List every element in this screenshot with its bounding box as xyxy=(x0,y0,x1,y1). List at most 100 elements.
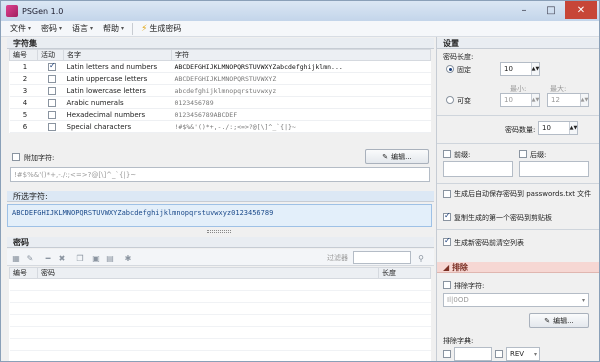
charset-row[interactable]: 2 Latin uppercase letters ABCDEFGHIJKLMNOP… xyxy=(9,72,431,85)
charset-active-checkbox[interactable] xyxy=(48,110,56,119)
chevron-down-icon: ▾ xyxy=(90,25,94,32)
prefix-input[interactable] xyxy=(443,161,513,177)
exclude-edit-button[interactable]: ✎ 编辑... xyxy=(529,313,589,328)
spin-arrows-icon[interactable]: ▲▼ xyxy=(531,63,539,75)
copy-icon[interactable]: ❐ xyxy=(75,253,85,263)
edit-icon: ✎ xyxy=(544,316,551,325)
table-row xyxy=(9,338,431,351)
remove-icon[interactable]: ━ xyxy=(43,253,53,263)
generate-button[interactable]: ⚡ 生成密码 xyxy=(136,22,186,36)
count-stepper[interactable]: 10 ▲▼ xyxy=(538,121,578,135)
charset-row-number: 3 xyxy=(9,84,38,97)
fixed-radio[interactable] xyxy=(446,65,454,73)
pw-col-length[interactable]: 长度 xyxy=(378,267,431,279)
menu-help[interactable]: 帮助 ▾ xyxy=(98,22,129,36)
exclude-dict-input[interactable] xyxy=(454,347,492,361)
fixed-length-stepper[interactable]: 10 ▲▼ xyxy=(500,62,540,76)
table-cell xyxy=(37,290,379,303)
spin-arrows-icon[interactable]: ▲▼ xyxy=(580,94,588,106)
maximize-button[interactable]: □ xyxy=(538,1,564,19)
splitter-grip[interactable] xyxy=(207,230,231,233)
table-cell xyxy=(9,350,38,361)
spin-arrows-icon[interactable]: ▲▼ xyxy=(569,122,577,134)
filter-label: 过滤器 xyxy=(327,254,348,262)
table-cell xyxy=(378,326,431,339)
col-name[interactable]: 名字 xyxy=(63,49,172,61)
lightning-icon: ⚡ xyxy=(141,23,148,34)
selected-chars-header: 所选字符: xyxy=(7,191,434,202)
extra-chars-value: !#$%&'()*+,-./:;<=>?@[\]^_`{|}~ xyxy=(14,170,137,179)
exclude-dict-checkbox[interactable] xyxy=(443,350,451,358)
col-chars[interactable]: 字符 xyxy=(171,49,431,61)
charset-active-checkbox[interactable] xyxy=(48,98,56,107)
extra-chars-label: 附加字符: xyxy=(24,154,55,162)
charset-active-checkbox[interactable] xyxy=(48,61,56,71)
charset-active-checkbox[interactable] xyxy=(48,122,56,131)
charset-row-name: Hexadecimal numbers xyxy=(63,108,172,121)
settings-panel: 设置 密码长度: 固定 10 ▲▼ 最小: 最大: 可变 10 ▲▼ 12 ▲▼ 密码… xyxy=(436,37,599,361)
chevron-down-icon: ▾ xyxy=(28,25,32,32)
title-bar: PSGen 1.0 – □ ✕ xyxy=(1,1,599,21)
table-cell xyxy=(378,314,431,327)
prefix-checkbox[interactable] xyxy=(443,150,451,158)
charset-row-name: Arabic numerals xyxy=(63,96,172,109)
charset-active-checkbox[interactable] xyxy=(48,74,56,83)
rev-select[interactable]: REV ▾ xyxy=(506,347,540,361)
table-cell xyxy=(378,290,431,303)
col-active[interactable]: 活动 xyxy=(37,49,64,61)
suffix-input[interactable] xyxy=(519,161,589,177)
charset-active-checkbox[interactable] xyxy=(48,86,56,95)
menu-file[interactable]: 文件 ▾ xyxy=(5,22,36,36)
filter-icon[interactable]: ⚲ xyxy=(416,253,426,263)
save-icon[interactable]: ▣ xyxy=(91,253,101,263)
charset-row-number: 2 xyxy=(9,72,38,85)
charset-row[interactable]: 5 Hexadecimal numbers 0123456789ABCDEF xyxy=(9,108,431,121)
exclude-chars-label: 排除字符: xyxy=(454,282,485,290)
pw-col-password[interactable]: 密码 xyxy=(37,267,379,279)
exclude-section-header[interactable]: ◢ 排除 xyxy=(437,262,599,273)
divider xyxy=(437,229,599,230)
autosave-label: 生成后自动保存密码到 passwords.txt 文件 xyxy=(454,190,592,198)
length-label: 密码长度: xyxy=(443,53,474,61)
star-icon[interactable]: ✱ xyxy=(123,253,133,263)
minimize-button[interactable]: – xyxy=(511,1,537,19)
charset-row[interactable]: 4 Arabic numerals 0123456789 xyxy=(9,96,431,109)
charset-row[interactable]: 6 Special characters !#$%&'()*+,-./:;<=>?@… xyxy=(9,120,431,133)
charset-row[interactable]: 3 Latin lowercase letters abcdefghijklmnop… xyxy=(9,84,431,97)
menu-password[interactable]: 密码 ▾ xyxy=(36,22,67,36)
menu-help-label: 帮助 xyxy=(103,24,120,33)
min-length-value: 10 xyxy=(504,96,513,104)
variable-radio[interactable] xyxy=(446,96,454,104)
exclude-chars-checkbox[interactable] xyxy=(443,281,451,289)
exclude-chars-select[interactable]: Il|0OD ▾ xyxy=(443,293,589,307)
table-row xyxy=(9,302,431,315)
delete-icon[interactable]: ✖ xyxy=(57,253,67,263)
max-length-stepper[interactable]: 12 ▲▼ xyxy=(547,93,589,107)
extra-chars-checkbox[interactable] xyxy=(12,153,20,161)
menu-language[interactable]: 语言 ▾ xyxy=(67,22,98,36)
menu-language-label: 语言 xyxy=(72,24,89,33)
clear-list-checkbox[interactable] xyxy=(443,236,451,246)
min-length-stepper[interactable]: 10 ▲▼ xyxy=(500,93,540,107)
copy-first-checkbox[interactable] xyxy=(443,211,451,221)
autosave-checkbox[interactable] xyxy=(443,190,451,198)
charset-row-name: Latin uppercase letters xyxy=(63,72,172,85)
close-button[interactable]: ✕ xyxy=(565,1,597,19)
filter-input[interactable] xyxy=(353,251,411,264)
expand-arrow-icon: ◢ xyxy=(443,263,452,272)
suffix-checkbox[interactable] xyxy=(519,150,527,158)
extra-chars-input[interactable]: !#$%&'()*+,-./:;<=>?@[\]^_`{|}~ xyxy=(10,167,430,182)
menu-separator xyxy=(132,22,134,35)
charset-row-chars: !#$%&'()*+,-./:;<=>?@[\]^_`{|}~ xyxy=(171,120,431,133)
spin-arrows-icon[interactable]: ▲▼ xyxy=(531,94,539,106)
save-as-icon[interactable]: ▤ xyxy=(105,253,115,263)
table-cell xyxy=(9,338,38,351)
col-number[interactable]: 编号 xyxy=(9,49,38,61)
grid-icon[interactable]: ▦ xyxy=(11,253,21,263)
extra-chars-edit-button[interactable]: ✎ 编辑... xyxy=(365,149,429,164)
rev-checkbox[interactable] xyxy=(495,350,503,358)
edit-icon[interactable]: ✎ xyxy=(25,253,35,263)
charset-row[interactable]: 1 Latin letters and numbersABCDEFGHIJKLMN… xyxy=(9,60,431,73)
table-row xyxy=(9,326,431,339)
pw-col-number[interactable]: 编号 xyxy=(9,267,38,279)
